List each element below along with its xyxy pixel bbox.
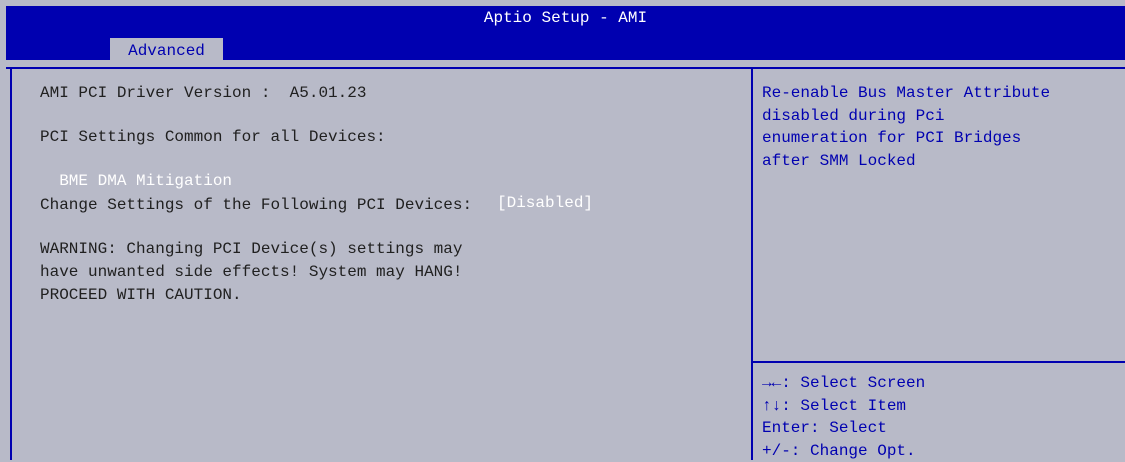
title-bar: Aptio Setup - AMI Advanced xyxy=(6,6,1125,60)
driver-version: AMI PCI Driver Version : A5.01.23 xyxy=(40,82,366,104)
warning-line-1: WARNING: Changing PCI Device(s) settings… xyxy=(40,238,462,260)
key-select-item: ↑↓: Select Item xyxy=(762,395,925,418)
key-select-screen: →←: Select Screen xyxy=(762,372,925,395)
warning-line-3: PROCEED WITH CAUTION. xyxy=(40,284,242,306)
change-settings-heading: Change Settings of the Following PCI Dev… xyxy=(40,194,472,216)
tab-advanced[interactable]: Advanced xyxy=(110,38,223,62)
frame-top-border xyxy=(6,67,1125,69)
help-divider xyxy=(753,361,1125,363)
common-settings-heading: PCI Settings Common for all Devices: xyxy=(40,126,386,148)
frame-left-border xyxy=(10,67,12,460)
warning-line-2: have unwanted side effects! System may H… xyxy=(40,261,462,283)
setting-label: BME DMA Mitigation xyxy=(59,172,232,190)
help-text: Re-enable Bus Master Attribute disabled … xyxy=(762,82,1122,172)
setting-value: [Disabled] xyxy=(497,192,593,214)
frame-divider xyxy=(751,67,753,460)
key-legend: →←: Select Screen ↑↓: Select Item Enter:… xyxy=(762,372,925,462)
window-title: Aptio Setup - AMI xyxy=(6,8,1125,28)
key-enter-select: Enter: Select xyxy=(762,417,925,440)
key-change-opt: +/-: Change Opt. xyxy=(762,440,925,462)
